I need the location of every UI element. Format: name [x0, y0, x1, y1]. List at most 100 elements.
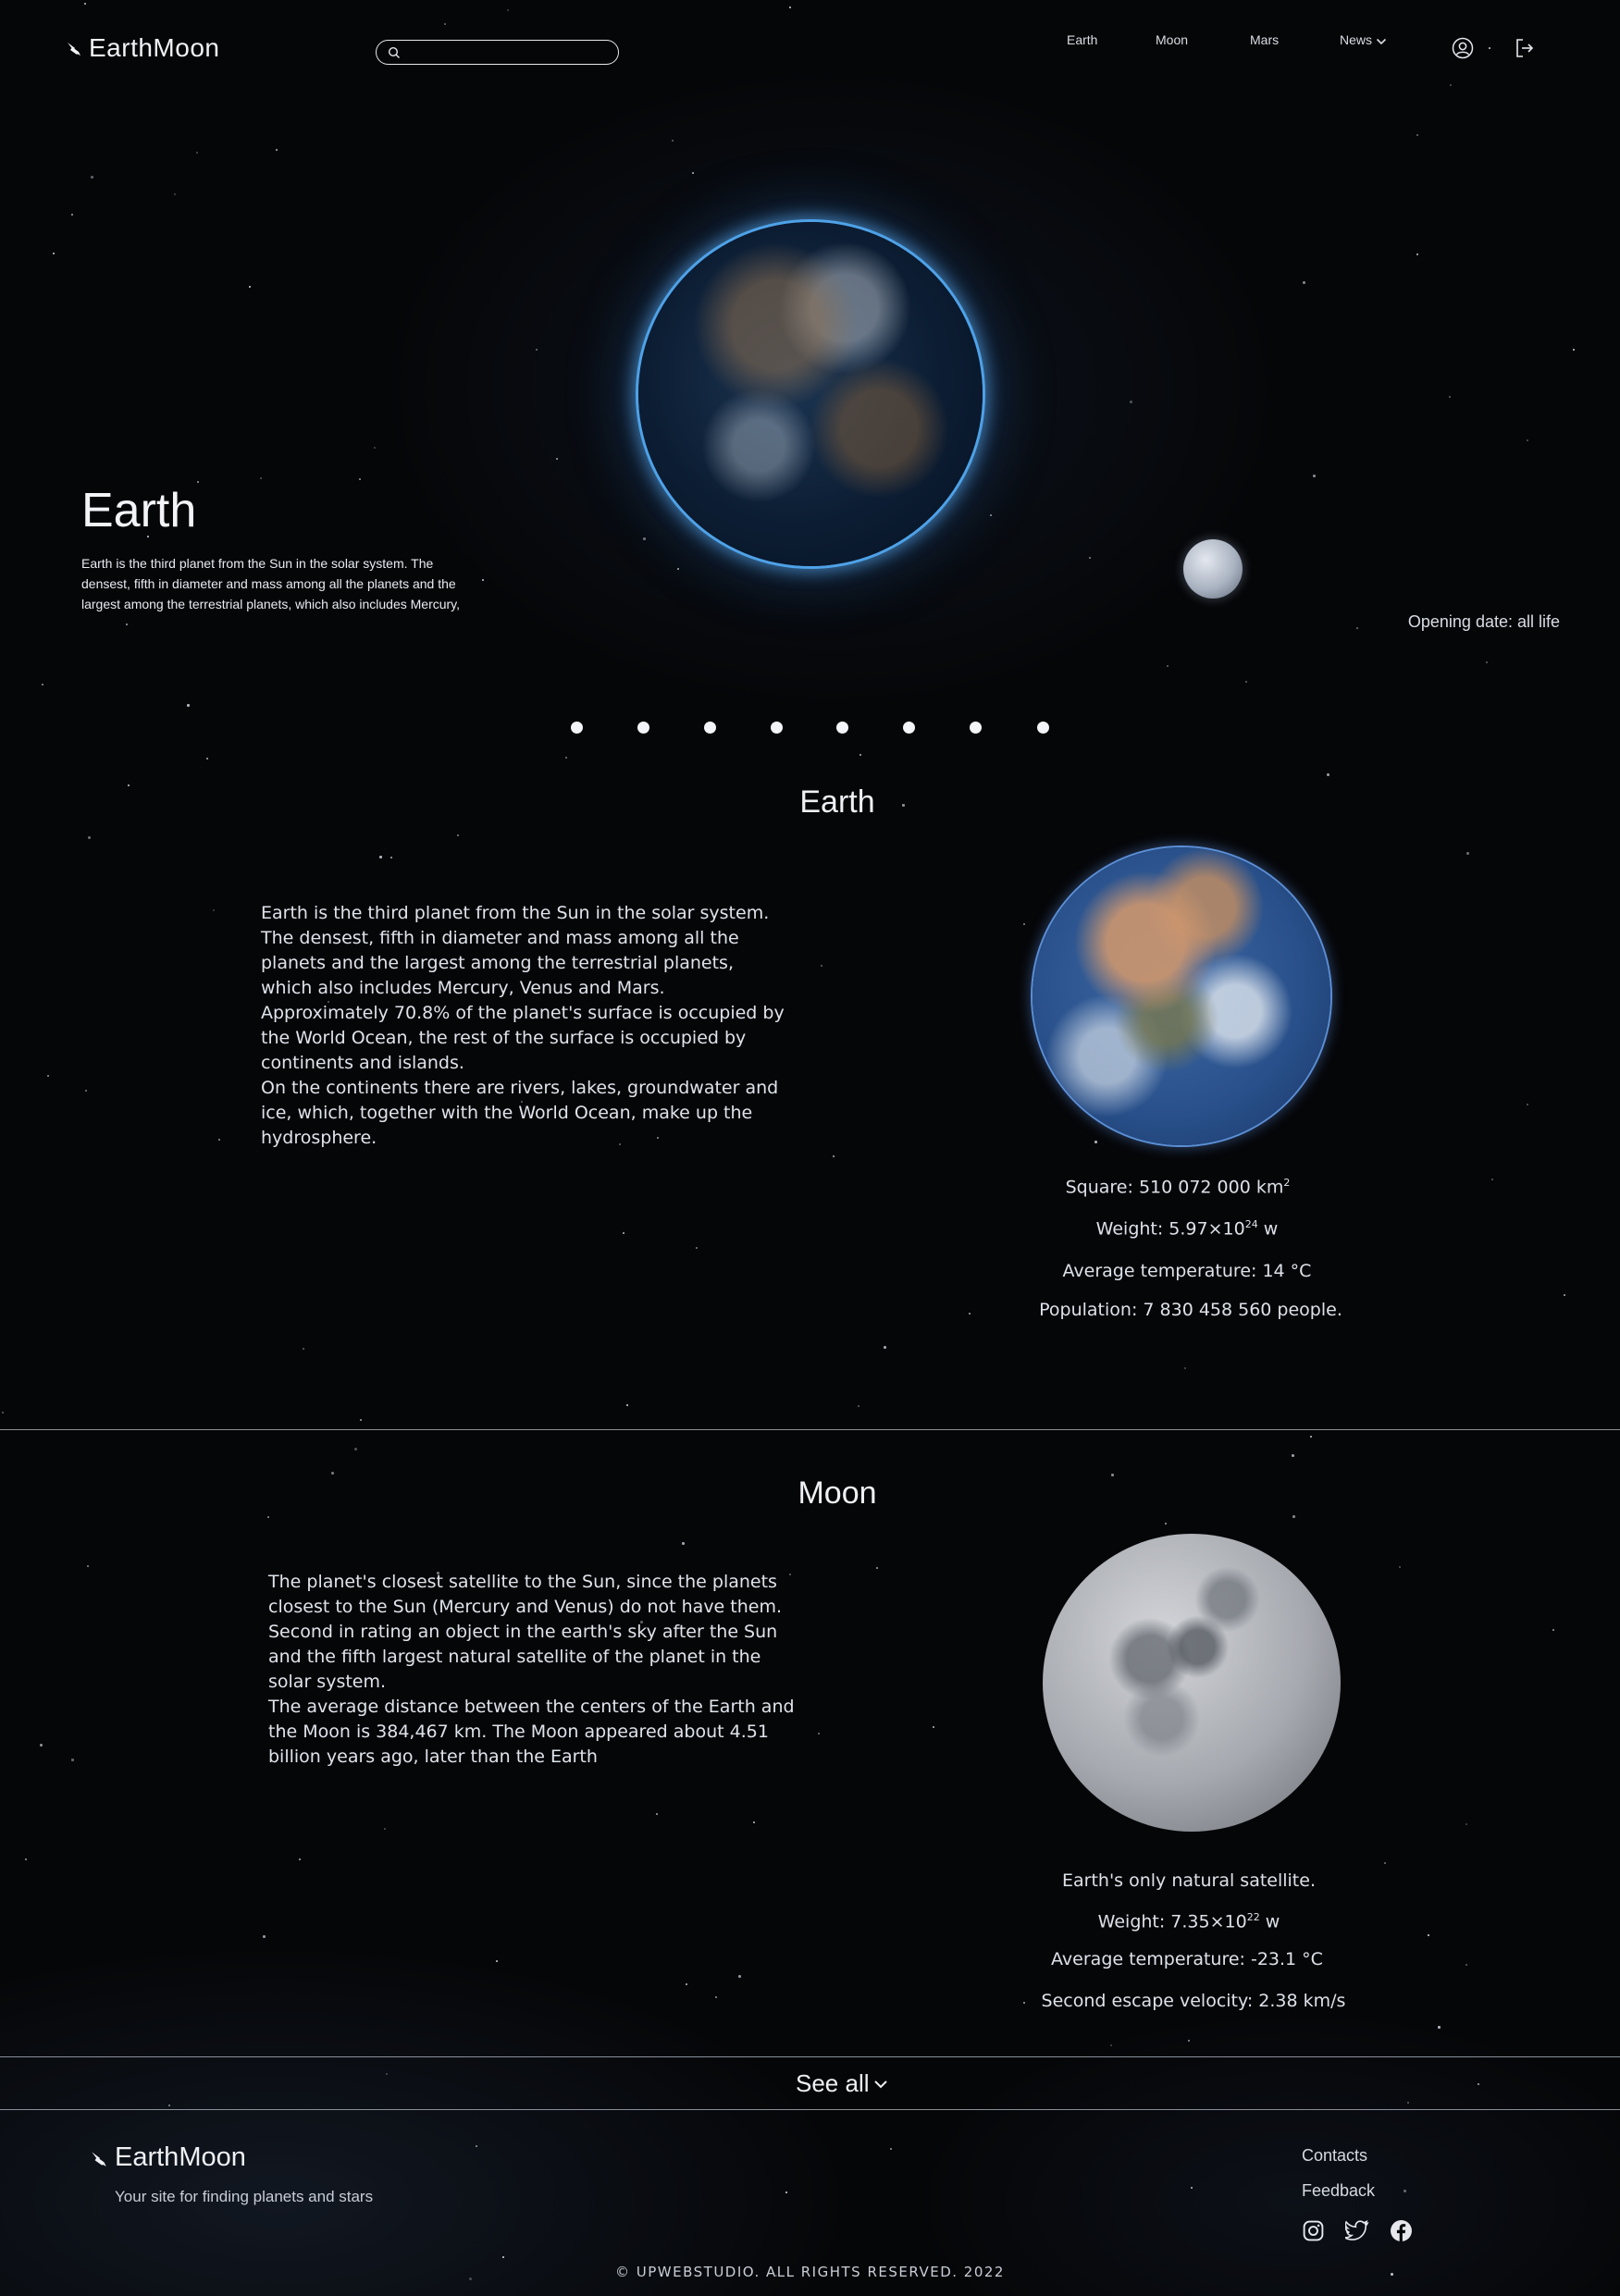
footer-link-contacts[interactable]: Contacts	[1302, 2146, 1367, 2166]
star	[1465, 1823, 1467, 1825]
rocket-icon	[68, 43, 80, 56]
footer-link-feedback[interactable]: Feedback	[1302, 2181, 1375, 2201]
star	[565, 757, 567, 759]
search-bar[interactable]	[376, 40, 619, 65]
earth-temperature: Average temperature: 14 °C	[1062, 1261, 1312, 1281]
star	[1327, 773, 1329, 776]
moon-description: The planet's closest satellite to the Su…	[268, 1572, 795, 1767]
star	[42, 684, 43, 685]
star	[457, 834, 459, 836]
star	[556, 458, 558, 460]
star	[1399, 1566, 1401, 1568]
star	[1184, 1367, 1186, 1369]
star	[85, 1090, 87, 1092]
star	[1310, 1436, 1312, 1438]
star	[1167, 665, 1169, 667]
star	[990, 514, 992, 516]
section-divider	[0, 2056, 1620, 2057]
star	[299, 1858, 301, 1860]
slider-dot[interactable]	[970, 722, 982, 734]
slider-dot[interactable]	[637, 722, 649, 734]
star	[360, 1419, 362, 1421]
twitter-icon[interactable]	[1345, 2219, 1369, 2241]
star	[682, 1542, 685, 1545]
star	[260, 477, 262, 479]
logo-text: EarthMoon	[89, 33, 220, 62]
star	[1110, 2044, 1112, 2046]
star	[1465, 1964, 1467, 1966]
star	[1292, 1454, 1294, 1457]
star	[386, 2073, 388, 2075]
nav-item-news[interactable]: News	[1340, 32, 1387, 47]
star	[1491, 1179, 1493, 1180]
site-header: EarthMoon Earth Moon Mars News	[0, 0, 1620, 102]
star	[276, 149, 278, 151]
copyright: © UPWEBSTUDIO. ALL RIGHTS RESERVED. 2022	[615, 2264, 1005, 2280]
facebook-icon[interactable]	[1390, 2219, 1413, 2242]
star	[354, 1448, 357, 1450]
star	[1404, 2190, 1406, 2192]
star	[643, 537, 646, 540]
star	[91, 176, 93, 179]
star	[753, 1821, 755, 1823]
star	[71, 1759, 74, 1761]
star	[40, 1744, 43, 1747]
star	[692, 172, 694, 174]
star	[738, 1975, 741, 1978]
user-circle-icon[interactable]	[1452, 37, 1474, 59]
star	[267, 1516, 269, 1518]
nav-item-earth[interactable]: Earth	[1067, 32, 1097, 47]
logo-link[interactable]: EarthMoon	[65, 33, 219, 63]
star	[126, 623, 128, 625]
star	[384, 1828, 386, 1830]
star	[249, 286, 251, 288]
star	[71, 214, 73, 216]
star	[536, 349, 538, 351]
star	[1438, 2026, 1441, 2029]
rocket-icon	[92, 2151, 106, 2166]
slider-pagination	[0, 722, 1620, 734]
star	[390, 857, 392, 858]
section-divider	[0, 1429, 1620, 1430]
star	[476, 2145, 477, 2147]
star	[858, 1405, 859, 1407]
star	[213, 909, 215, 911]
star	[174, 193, 176, 195]
star	[677, 568, 679, 570]
star	[25, 1858, 27, 1860]
see-all-button[interactable]: See all	[796, 2069, 888, 2098]
earth-section-title: Earth	[799, 784, 875, 820]
footer-logo-link[interactable]: EarthMoon	[89, 2142, 246, 2173]
star	[218, 1139, 220, 1141]
star	[1428, 1934, 1429, 1936]
star	[1466, 852, 1469, 855]
slider-dot[interactable]	[571, 722, 583, 734]
see-all-label: See all	[796, 2069, 870, 2097]
slider-dot[interactable]	[704, 722, 716, 734]
star	[833, 1155, 835, 1157]
star	[359, 478, 361, 480]
slider-dot[interactable]	[836, 722, 848, 734]
star	[1313, 475, 1316, 477]
search-icon	[388, 46, 400, 58]
logout-icon[interactable]	[1514, 37, 1536, 59]
nav-item-news-label: News	[1340, 32, 1373, 47]
star	[263, 1935, 266, 1938]
slider-dot[interactable]	[1037, 722, 1049, 734]
earth-population: Population: 7 830 458 560 people.	[1039, 1300, 1342, 1320]
instagram-icon[interactable]	[1302, 2219, 1325, 2242]
star	[196, 152, 198, 154]
footer-tagline: Your site for finding planets and stars	[115, 2188, 374, 2205]
star	[1165, 1523, 1167, 1524]
hero-earth-image	[638, 222, 983, 566]
moon-escape-velocity: Second escape velocity: 2.38 km/s	[1041, 1991, 1346, 2011]
star	[1023, 923, 1025, 925]
nav-item-mars[interactable]: Mars	[1250, 32, 1279, 47]
star	[187, 704, 190, 707]
slider-dot[interactable]	[903, 722, 915, 734]
nav-item-moon[interactable]: Moon	[1156, 32, 1188, 47]
star	[168, 2105, 170, 2106]
search-input[interactable]	[408, 43, 612, 61]
star	[1292, 1515, 1295, 1518]
slider-dot[interactable]	[771, 722, 783, 734]
